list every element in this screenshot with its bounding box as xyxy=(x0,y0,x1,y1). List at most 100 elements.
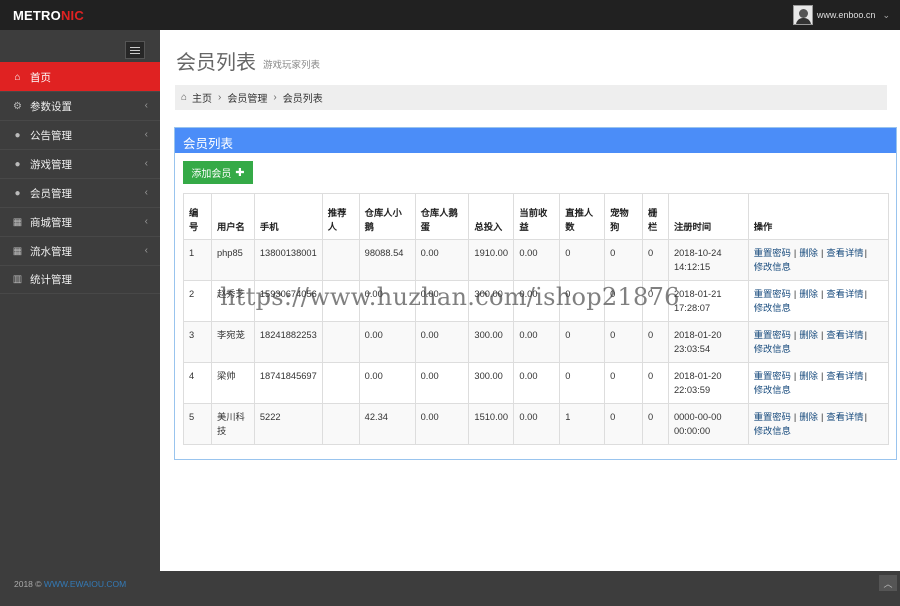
separator: | xyxy=(820,289,824,299)
sidebar-item-7[interactable]: ▥ 统计管理 xyxy=(0,265,160,294)
table-cell: php85 xyxy=(210,239,255,281)
edit-info-link[interactable]: 修改信息 xyxy=(754,385,791,395)
table-cell: 0 xyxy=(559,362,606,404)
table-cell xyxy=(321,239,360,281)
delete-link[interactable]: 删除 xyxy=(799,330,818,340)
column-header[interactable]: 栅栏 xyxy=(641,193,669,240)
breadcrumb-home[interactable]: 主页 xyxy=(192,90,212,105)
sidebar-item-3[interactable]: ● 游戏管理 ‹ xyxy=(0,149,160,178)
delete-link[interactable]: 删除 xyxy=(799,371,818,381)
breadcrumb: ⌂ 主页 › 会员管理 › 会员列表 xyxy=(175,85,887,110)
table-cell: 0.00 xyxy=(513,321,561,363)
sidebar-item-5[interactable]: ▦ 商城管理 ‹ xyxy=(0,207,160,236)
table-cell: 0.00 xyxy=(358,321,416,363)
column-header[interactable]: 手机 xyxy=(253,193,323,240)
column-header[interactable]: 直推人数 xyxy=(559,193,606,240)
add-member-button[interactable]: 添加会员 ✚ xyxy=(183,161,253,184)
table-cell: 1 xyxy=(183,239,212,281)
table-cell: 0.00 xyxy=(414,403,470,445)
table-icon: ▦ xyxy=(12,245,23,257)
reset-password-link[interactable]: 重置密码 xyxy=(754,412,791,422)
table-cell: 1910.00 xyxy=(468,239,515,281)
edit-info-link[interactable]: 修改信息 xyxy=(754,303,791,313)
sidebar-item-4[interactable]: ● 会员管理 ‹ xyxy=(0,178,160,207)
column-header[interactable]: 当前收益 xyxy=(513,193,561,240)
row-actions: 重置密码 | 删除 | 查看详情| 修改信息 xyxy=(747,362,890,404)
separator: | xyxy=(820,371,824,381)
logo[interactable]: METRONIC xyxy=(13,8,84,23)
table-cell: 18741845697 xyxy=(253,362,323,404)
sidebar: ⌂ 首页 ⚙ 参数设置 ‹ ● 公告管理 ‹ ● 游戏管理 ‹ ● 会员管理 ‹ ▦ 商城管理 ‹ ▦ 流水管理 ‹ ▥… xyxy=(0,30,166,571)
table-cell: 0.00 xyxy=(414,321,470,363)
table-cell: 0.00 xyxy=(513,239,561,281)
sidebar-item-0[interactable]: ⌂ 首页 xyxy=(0,62,166,91)
table-cell: 300.00 xyxy=(468,321,515,363)
separator: | xyxy=(864,371,867,381)
table-cell: 2018-01-20 23:03:54 xyxy=(667,321,749,363)
table-body: 1 php85 13800138001 98088.54 0.00 1910.00 0.00… xyxy=(183,239,890,445)
avatar xyxy=(792,5,813,25)
separator: | xyxy=(820,330,824,340)
table-row: 2 赵秀芝 15930674056 0.00 0.00 300.00 0.00 0 0 0 2018… xyxy=(183,280,890,322)
edit-info-link[interactable]: 修改信息 xyxy=(754,262,791,272)
view-details-link[interactable]: 查看详情 xyxy=(826,371,863,381)
sidebar-item-label: 首页 xyxy=(30,71,51,84)
sidebar-item-6[interactable]: ▦ 流水管理 ‹ xyxy=(0,236,160,265)
view-details-link[interactable]: 查看详情 xyxy=(826,248,863,258)
table-cell: 0.00 xyxy=(358,362,416,404)
edit-info-link[interactable]: 修改信息 xyxy=(754,344,791,354)
reset-password-link[interactable]: 重置密码 xyxy=(754,248,791,258)
breadcrumb-member-list: 会员列表 xyxy=(282,94,323,105)
delete-link[interactable]: 删除 xyxy=(799,248,818,258)
cogs-icon: ⚙ xyxy=(13,100,22,112)
sidebar-item-2[interactable]: ● 公告管理 ‹ xyxy=(0,120,160,149)
table-header-row: 编号 用户名 手机 推荐人 仓库人小鹅 仓库人鹅蛋 总投入 当前收益 直推人数 宠物狗 栅栏 注册时间… xyxy=(183,193,890,240)
sidebar-item-label: 公告管理 xyxy=(30,129,72,142)
member-list-portlet: 会员列表 添加会员 ✚ 编号 用户名 手机 推荐人 仓库人小鹅 仓库人鹅蛋 总投入 当前收益 直推… xyxy=(174,127,897,460)
breadcrumb-member-manage[interactable]: 会员管理 xyxy=(227,90,267,105)
sidebar-item-1[interactable]: ⚙ 参数设置 ‹ xyxy=(0,91,160,120)
table-cell: 0 xyxy=(641,403,669,445)
copyright: 2018 © WWW.EWAIOU.COM xyxy=(14,579,127,589)
separator: | xyxy=(820,248,824,258)
view-details-link[interactable]: 查看详情 xyxy=(826,412,863,422)
column-header[interactable]: 仓库人小鹅 xyxy=(358,193,416,240)
user-menu[interactable]: www.enboo.cn ⌄ xyxy=(792,4,890,26)
table-cell: 0.00 xyxy=(414,362,470,404)
scroll-top-button[interactable]: ︿ xyxy=(879,575,897,591)
delete-link[interactable]: 删除 xyxy=(799,412,818,422)
column-header[interactable]: 宠物狗 xyxy=(604,193,643,240)
row-actions: 重置密码 | 删除 | 查看详情| 修改信息 xyxy=(747,280,890,322)
reset-password-link[interactable]: 重置密码 xyxy=(754,371,791,381)
column-header[interactable]: 注册时间 xyxy=(667,193,749,240)
column-header[interactable]: 总投入 xyxy=(468,193,515,240)
edit-info-link[interactable]: 修改信息 xyxy=(754,426,791,436)
table-cell: 5 xyxy=(183,403,212,445)
table-row: 1 php85 13800138001 98088.54 0.00 1910.00 0.00… xyxy=(183,239,890,281)
sidebar-item-label: 商城管理 xyxy=(30,216,72,229)
table-cell: 3 xyxy=(183,321,212,363)
view-details-link[interactable]: 查看详情 xyxy=(826,330,863,340)
column-header[interactable]: 推荐人 xyxy=(321,193,360,240)
table-cell: 李宛茏 xyxy=(210,321,255,363)
column-header[interactable]: 用户名 xyxy=(210,193,255,240)
delete-link[interactable]: 删除 xyxy=(799,289,818,299)
column-header[interactable]: 操作 xyxy=(747,193,890,240)
table-cell: 13800138001 xyxy=(253,239,323,281)
separator: | xyxy=(793,412,797,422)
table-cell: 0.00 xyxy=(513,280,561,322)
sidebar-item-label: 统计管理 xyxy=(30,274,72,286)
reset-password-link[interactable]: 重置密码 xyxy=(754,289,791,299)
sidebar-item-label: 会员管理 xyxy=(30,187,72,200)
view-details-link[interactable]: 查看详情 xyxy=(826,289,863,299)
table-cell: 0 xyxy=(604,280,643,322)
column-header[interactable]: 仓库人鹅蛋 xyxy=(414,193,470,240)
column-header[interactable]: 编号 xyxy=(183,193,212,240)
table-cell xyxy=(321,321,360,363)
separator: | xyxy=(864,289,867,299)
table-cell: 1 xyxy=(559,403,606,445)
sidebar-toggle-button[interactable] xyxy=(125,41,145,59)
chevron-left-icon: ‹ xyxy=(144,100,148,111)
footer-site-link[interactable]: WWW.EWAIOU.COM xyxy=(44,579,126,589)
reset-password-link[interactable]: 重置密码 xyxy=(754,330,791,340)
